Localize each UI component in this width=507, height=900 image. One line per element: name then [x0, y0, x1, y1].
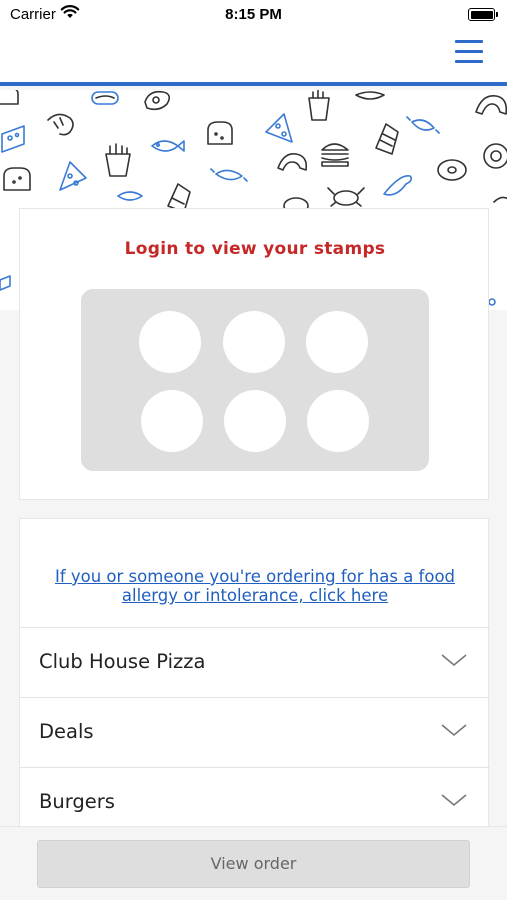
battery-icon — [468, 8, 498, 21]
cheese-icon — [0, 275, 11, 291]
allergy-info-link[interactable]: If you or someone you're ordering for ha… — [20, 567, 490, 605]
stamp-slot — [306, 311, 368, 373]
fries-icon — [105, 143, 131, 177]
egg-icon — [488, 298, 496, 306]
shrimp-icon — [493, 196, 507, 203]
stamp-slot — [223, 311, 285, 373]
fries-icon — [308, 90, 330, 121]
category-label: Deals — [39, 720, 94, 743]
egg-icon — [483, 143, 507, 169]
stamp-slot — [141, 390, 203, 452]
cheese-icon — [1, 125, 25, 153]
fish-icon — [151, 140, 185, 152]
burger-icon — [321, 143, 349, 167]
pizza-slice-icon — [265, 113, 293, 143]
chevron-down-icon — [441, 794, 467, 807]
clock-time: 8:15 PM — [225, 6, 282, 23]
stamp-slot — [224, 390, 286, 452]
stamp-slot — [307, 390, 369, 452]
stamp-card: Login to view your stamps — [19, 208, 489, 500]
croissant-icon — [277, 152, 308, 171]
stamp-slot — [139, 311, 201, 373]
stamp-login-prompt[interactable]: Login to view your stamps — [20, 239, 490, 259]
chevron-down-icon — [441, 654, 467, 667]
hotdog-icon — [91, 91, 119, 105]
hamburger-menu-icon[interactable] — [455, 40, 483, 66]
bread-icon — [207, 121, 233, 145]
nav-bar — [0, 30, 507, 86]
bottom-bar: View order — [0, 826, 507, 900]
category-label: Burgers — [39, 790, 115, 813]
donut-icon — [437, 159, 467, 181]
hotdog-icon — [355, 91, 385, 100]
status-bar: Carrier 8:15 PM — [0, 0, 507, 30]
sausage-icon — [406, 116, 440, 134]
category-label: Club House Pizza — [39, 650, 206, 673]
stamp-board — [81, 289, 429, 471]
fish-icon — [117, 191, 143, 201]
menu-card: If you or someone you're ordering for ha… — [19, 518, 490, 838]
steak-icon — [144, 90, 171, 111]
category-club-house-pizza[interactable]: Club House Pizza — [20, 627, 490, 697]
view-order-button[interactable]: View order — [37, 840, 470, 888]
croissant-icon — [475, 95, 507, 115]
bread-icon — [3, 167, 31, 191]
bread-icon — [0, 90, 19, 105]
sandwich-icon — [375, 123, 399, 155]
chevron-down-icon — [441, 724, 467, 737]
category-deals[interactable]: Deals — [20, 697, 490, 767]
shrimp-icon — [47, 113, 74, 136]
pizza-slice-icon — [59, 161, 87, 191]
crab-icon — [327, 187, 365, 207]
baguette-icon — [383, 175, 413, 196]
sausage-icon — [210, 168, 248, 182]
